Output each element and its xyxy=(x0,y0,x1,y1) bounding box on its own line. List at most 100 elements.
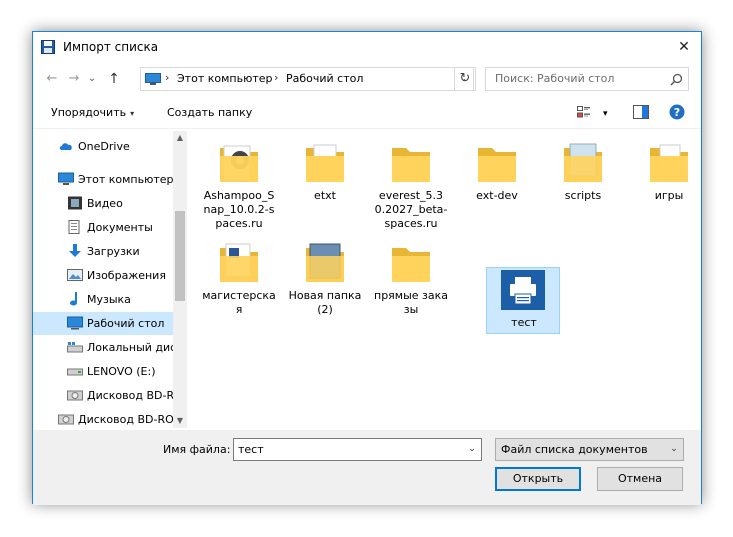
sidebar-item-label: Видео xyxy=(87,197,123,210)
navigation-pane: OneDrive Этот компьютер Видео Документы xyxy=(33,131,187,428)
address-bar[interactable]: › Этот компьютер › Рабочий стол ⌄ xyxy=(140,67,474,91)
filetype-dropdown[interactable]: ⌄ xyxy=(665,439,683,460)
folder-icon xyxy=(306,243,344,282)
downloads-icon xyxy=(69,244,81,257)
arrow-left-icon: ← xyxy=(46,71,58,86)
folder-new-2[interactable]: Новая папка (2) xyxy=(288,234,362,332)
divider xyxy=(33,128,701,129)
import-list-dialog: Импорт списка ✕ ← → ⌄ ↑ › Этот компьютер… xyxy=(32,31,702,505)
scrollbar-thumb[interactable] xyxy=(175,211,185,301)
filename-history-dropdown[interactable]: ⌄ xyxy=(463,439,481,460)
file-name: магистерская xyxy=(202,289,276,316)
folder-icon xyxy=(220,145,258,182)
filetype-select[interactable]: Файл списка документов ⌄ xyxy=(495,438,684,461)
folder-scripts[interactable]: scripts xyxy=(546,134,620,232)
view-options-dropdown[interactable]: ▾ xyxy=(603,106,608,119)
sidebar-item-this-pc[interactable]: Этот компьютер xyxy=(33,168,173,191)
printer-icon xyxy=(501,270,545,310)
filename-input[interactable]: тест ⌄ xyxy=(233,438,482,461)
view-options-icon[interactable] xyxy=(577,106,591,118)
caret-down-icon: ▾ xyxy=(603,109,608,119)
arrow-down-icon: ▼ xyxy=(176,416,184,425)
optical-drive-icon xyxy=(58,414,74,425)
scroll-down-button[interactable]: ▼ xyxy=(173,414,187,428)
file-name: scripts xyxy=(564,189,602,202)
drive-icon xyxy=(67,368,83,376)
organize-label: Упорядочить xyxy=(51,106,127,119)
window-title: Импорт списка xyxy=(63,40,159,54)
sidebar-item-music[interactable]: Музыка xyxy=(33,288,173,311)
command-bar: Упорядочить ▾ Создать папку ▾ ? xyxy=(33,98,701,126)
folder-icon xyxy=(220,243,258,282)
refresh-icon: ↻ xyxy=(459,71,471,86)
preview-pane-icon[interactable] xyxy=(633,105,649,119)
file-test[interactable]: тест xyxy=(486,267,560,334)
computer-icon xyxy=(145,73,161,85)
sidebar-item-images[interactable]: Изображения xyxy=(33,264,173,287)
help-icon: ? xyxy=(674,106,680,119)
sidebar-item-bd-rom[interactable]: Дисковод BD-ROM xyxy=(33,384,173,407)
sidebar-item-bd-rom-2[interactable]: Дисковод BD-ROM xyxy=(33,408,173,428)
folder-everest[interactable]: everest_5.30.2027_beta-spaces.ru xyxy=(374,134,448,232)
computer-icon xyxy=(58,172,74,185)
scroll-up-button[interactable]: ▲ xyxy=(173,131,187,145)
arrow-up-icon: ↑ xyxy=(108,71,120,87)
search-box[interactable]: Поиск: Рабочий стол xyxy=(485,67,689,91)
search-icon xyxy=(670,73,683,86)
sidebar-item-label: Рабочий стол xyxy=(87,317,165,330)
filename-value[interactable]: тест xyxy=(238,443,264,456)
close-button[interactable]: ✕ xyxy=(667,32,701,62)
filename-label: Имя файла: xyxy=(163,443,231,456)
sidebar-scrollbar[interactable]: ▲ ▼ xyxy=(173,131,187,428)
sidebar-item-documents[interactable]: Документы xyxy=(33,216,173,239)
video-icon xyxy=(68,196,82,210)
chevron-down-icon: ⌄ xyxy=(468,444,476,454)
folder-icon xyxy=(306,144,344,182)
file-name: ext-dev xyxy=(476,189,518,202)
breadcrumb-this-pc[interactable]: Этот компьютер xyxy=(177,72,273,85)
sidebar-item-label: Музыка xyxy=(87,293,131,306)
up-button[interactable]: ↑ xyxy=(105,69,123,89)
folder-etxt[interactable]: etxt xyxy=(288,134,362,232)
sidebar-item-video[interactable]: Видео xyxy=(33,192,173,215)
sidebar-item-label: Загрузки xyxy=(87,245,140,258)
folder-games[interactable]: игры xyxy=(632,134,706,232)
file-name: etxt xyxy=(314,189,336,202)
recent-locations-button[interactable]: ⌄ xyxy=(85,69,99,89)
open-button[interactable]: Открыть xyxy=(495,467,581,491)
breadcrumb-separator: › xyxy=(165,71,170,84)
search-input[interactable]: Поиск: Рабочий стол xyxy=(495,72,614,85)
arrow-up-icon: ▲ xyxy=(176,133,184,142)
title-bar: Импорт списка ✕ xyxy=(33,32,701,62)
folder-masters[interactable]: магистерская xyxy=(202,234,276,332)
new-folder-button[interactable]: Создать папку xyxy=(167,106,252,119)
sidebar-item-label: Локальный диск (C:) xyxy=(87,341,173,354)
optical-drive-icon xyxy=(67,390,83,401)
organize-button[interactable]: Упорядочить ▾ xyxy=(51,106,134,119)
save-icon xyxy=(41,40,55,54)
back-button[interactable]: ← xyxy=(43,69,61,89)
file-name: игры xyxy=(654,189,684,202)
folder-ext-dev[interactable]: ext-dev xyxy=(460,134,534,232)
folder-icon xyxy=(564,143,602,182)
breadcrumb-desktop[interactable]: Рабочий стол xyxy=(286,72,363,85)
sidebar-item-downloads[interactable]: Загрузки xyxy=(33,240,173,263)
folder-direct-orders[interactable]: прямые заказы xyxy=(374,234,448,332)
refresh-button[interactable]: ↻ xyxy=(454,67,476,91)
images-icon xyxy=(67,269,83,281)
folder-ashampoo[interactable]: Ashampoo_Snap_10.0.2-spaces.ru xyxy=(202,134,276,232)
sidebar-item-local-disk[interactable]: Локальный диск (C:) xyxy=(33,336,173,359)
cancel-button[interactable]: Отмена xyxy=(597,467,683,491)
help-button[interactable]: ? xyxy=(669,104,685,120)
navigation-bar: ← → ⌄ ↑ › Этот компьютер › Рабочий стол … xyxy=(33,66,701,92)
folder-icon xyxy=(478,148,516,182)
file-name: Новая папка (2) xyxy=(288,289,362,316)
sidebar-item-label: Документы xyxy=(87,221,153,234)
sidebar-item-desktop[interactable]: Рабочий стол xyxy=(33,312,173,335)
sidebar-item-lenovo[interactable]: LENOVO (E:) xyxy=(33,360,173,383)
sidebar-item-onedrive[interactable]: OneDrive xyxy=(33,135,173,158)
forward-button[interactable]: → xyxy=(65,69,83,89)
sidebar-item-label: LENOVO (E:) xyxy=(87,365,156,378)
sidebar-item-label: Этот компьютер xyxy=(78,173,173,186)
drive-icon xyxy=(67,342,83,353)
